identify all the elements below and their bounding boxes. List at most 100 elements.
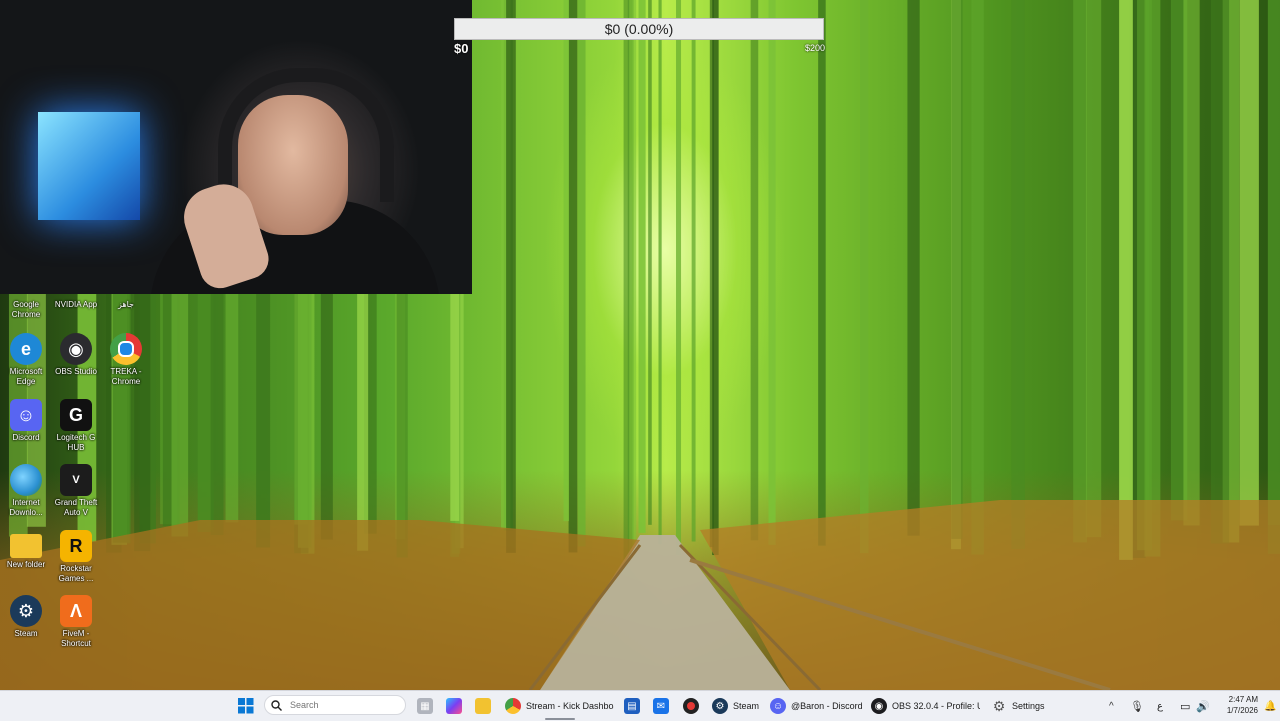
desktop-icon-fivem[interactable]: Λ FiveM - Shortcut [50,595,102,649]
network-icon[interactable]: ▭ [1180,691,1190,721]
desktop-icon-label-google-chrome[interactable]: Google Chrome [0,300,52,320]
desktop-icon-label: TREKA - Chrome [110,367,142,386]
chrome-icon [110,333,142,365]
bamboo-stalk [768,0,776,545]
taskbar-pinned-app-2[interactable] [446,691,462,721]
chevron-up-icon: ^ [1109,700,1114,712]
clock-date: 1/7/2026 [1226,706,1258,715]
taskbar-file-explorer[interactable] [475,691,491,721]
language-label: ع [1157,700,1163,712]
volume-icon[interactable]: 🔊 [1196,691,1210,721]
bamboo-stalk [1011,0,1025,549]
bamboo-stalk [563,0,569,522]
store-icon: ▤ [624,698,640,714]
taskbar-pinned-app-1[interactable]: ▦ [417,691,433,721]
desktop-icon-gta-v[interactable]: V Grand Theft Auto V [50,464,102,518]
copilot-icon [446,698,462,714]
taskbar-app-kick-dashboard[interactable]: Stream - Kick Dashboard [505,691,615,721]
gta-icon: V [60,464,92,496]
desktop-icon-logitech-g-hub[interactable]: G Logitech G HUB [50,399,102,453]
discord-icon: ☺ [10,399,42,431]
steam-icon: ⚙ [10,595,42,627]
donation-goal-end: $200 [805,43,826,53]
desktop-icon-label: Steam [14,629,38,638]
app-icon: ▦ [417,698,433,714]
desktop-icon-label: Rockstar Games ... [58,564,94,583]
desktop-icon-label-arabic[interactable]: جاهز [100,300,152,310]
steam-icon: ⚙ [712,698,728,714]
outlook-icon: ✉ [653,698,669,714]
microphone-icon[interactable]: 🎙 [1130,691,1144,721]
bamboo-stalk [568,0,578,553]
show-hidden-icons-button[interactable]: ^ [1109,691,1114,721]
taskbar-app-settings[interactable]: ⚙ Settings [991,691,1051,721]
desktop-icon-label: OBS Studio [55,367,97,376]
desktop-icon-obs-studio[interactable]: ◉ OBS Studio [50,333,102,377]
bamboo-stalk [632,0,637,549]
taskbar-app-label: Steam [733,701,760,711]
desktop-icon-discord[interactable]: ☺ Discord [0,399,52,443]
rockstar-icon: R [60,530,92,562]
chrome-icon [505,698,521,714]
desktop-icon-label: Discord [12,433,40,442]
desktop-icon-label-nvidia-app[interactable]: NVIDIA App [50,300,102,310]
bamboo-stalk [577,0,586,547]
language-indicator[interactable]: ع [1157,691,1163,721]
bamboo-stalk [859,0,869,554]
bamboo-stalk [971,0,984,555]
bamboo-stalk [638,0,646,533]
desktop-icon-label: New folder [6,560,46,569]
donation-goal-bar: $0 (0.00%) [454,18,824,40]
discord-icon: ☺ [770,698,786,714]
taskbar-clock[interactable]: 2:47 AM 1/7/2026 [1214,694,1258,716]
bamboo-stalk [951,0,963,539]
bamboo-stalk [750,0,759,541]
desktop-icon-microsoft-edge[interactable]: e Microsoft Edge [0,333,52,387]
bamboo-stalk [1210,0,1230,544]
bamboo-stalk [712,0,719,556]
background-monitor [38,112,140,220]
taskbar-pinned-app-5[interactable] [683,691,699,721]
bamboo-stalk [907,0,920,536]
taskbar-app-label: Settings [1012,701,1045,711]
desktop-icon-internet-download-manager[interactable]: Internet Downlo... [0,464,52,518]
desktop-icon-treka-chrome[interactable]: TREKA - Chrome [100,333,152,387]
desktop-icon-rockstar-games[interactable]: R Rockstar Games ... [50,530,102,584]
bamboo-stalk [1239,0,1259,526]
taskbar-app-discord[interactable]: ☺ @Baron - Discord [770,691,862,721]
desktop-icon-label: Internet Downlo... [9,498,43,517]
taskbar-pinned-app-4[interactable]: ✉ [653,691,669,721]
taskbar-pinned-app-3[interactable]: ▤ [624,691,640,721]
bamboo-stalk [648,0,652,525]
fivem-icon: Λ [60,595,92,627]
desktop-icon-steam[interactable]: ⚙ Steam [0,595,52,639]
clock-time: 2:47 AM [1228,695,1258,704]
bamboo-stalk [1183,0,1200,526]
search-icon [271,699,282,711]
bamboo-stalk [676,0,682,556]
logitech-icon: G [60,399,92,431]
bamboo-stalk [623,0,630,560]
taskbar-search[interactable] [264,695,406,715]
donation-goal-label: $0 (0.00%) [604,21,674,37]
start-button[interactable] [238,691,254,721]
taskbar-app-label: Stream - Kick Dashboard [526,701,614,711]
bamboo-stalk [691,0,696,542]
notifications-icon[interactable]: 🔔 [1264,691,1276,721]
obs-icon: ◉ [60,333,92,365]
taskbar-app-label: @Baron - Discord [791,701,862,711]
bamboo-stalk [658,0,662,545]
desktop-icon-new-folder[interactable]: New folder [0,530,52,570]
desktop-icon-label: Microsoft Edge [9,367,43,386]
record-icon [683,698,699,714]
headset [218,68,394,202]
desktop-icon-label: FiveM - Shortcut [61,629,91,648]
taskbar-app-label: OBS 32.0.4 - Profile: Unt [892,701,980,711]
webcam-overlay [0,0,472,294]
taskbar-app-steam[interactable]: ⚙ Steam [712,691,764,721]
taskbar-app-obs[interactable]: ◉ OBS 32.0.4 - Profile: Unt [871,691,983,721]
edge-icon: e [10,333,42,365]
bamboo-stalk [1073,0,1088,543]
taskbar: ▦ Stream - Kick Dashboard ▤ ✉ ⚙ Steam ☺ … [0,690,1280,721]
search-input[interactable] [288,699,392,711]
